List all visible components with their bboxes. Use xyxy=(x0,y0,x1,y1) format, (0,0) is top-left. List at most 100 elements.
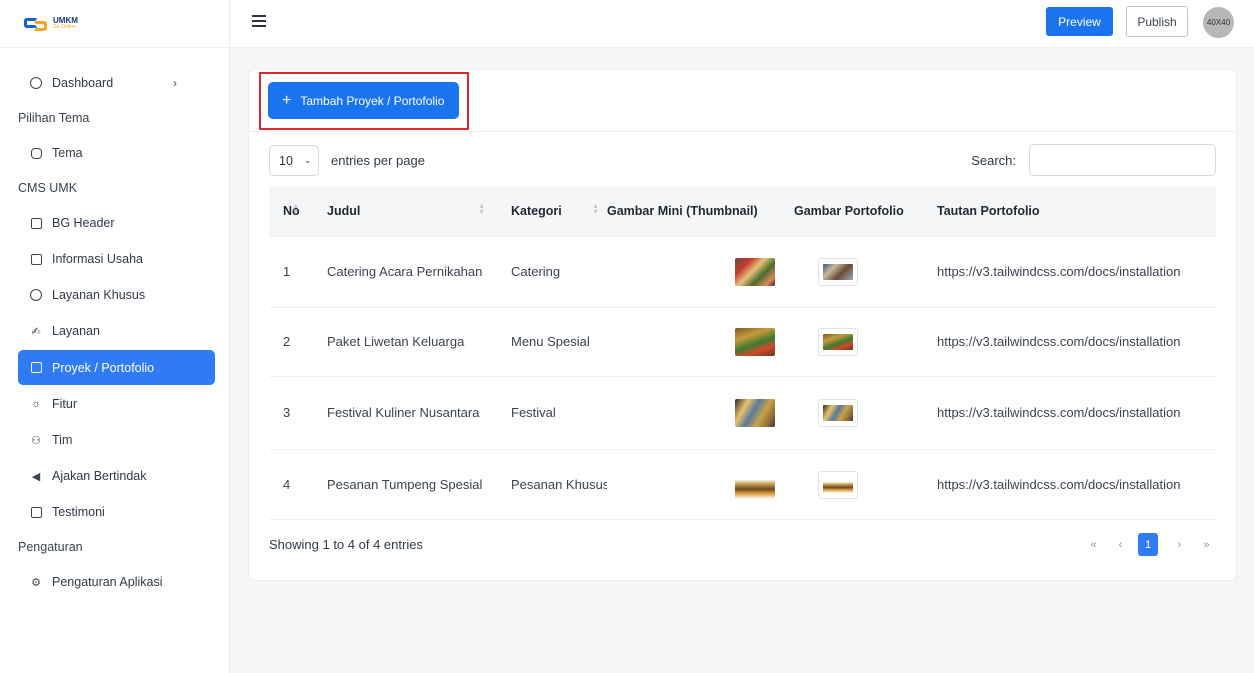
sidebar-item-pengaturan-aplikasi[interactable]: ⚙ Pengaturan Aplikasi xyxy=(0,564,229,600)
section-pilihan-tema: Pilihan Tema xyxy=(18,111,90,125)
brand: UMKM Go Online xyxy=(0,0,229,48)
megaphone-icon: ◀ xyxy=(31,470,41,483)
cell-thumbnail xyxy=(607,306,794,376)
sidebar-item-label: Ajakan Bertindak xyxy=(52,469,147,483)
sidebar-item-label: Tim xyxy=(52,433,73,447)
sidebar-item-label: Proyek / Portofolio xyxy=(52,360,155,375)
table-header-row: No ▲ ▼ Judul ▲ ▼ Kategori ▲ ▼ Gambar Mini (Thu… xyxy=(269,186,1216,236)
avatar[interactable]: 40X40 xyxy=(1203,7,1234,38)
first-page-button[interactable]: « xyxy=(1082,533,1105,556)
cell-tautan[interactable]: https://v3.tailwindcss.com/docs/installa… xyxy=(935,306,1216,376)
plus-icon: + xyxy=(282,91,292,109)
sidebar-item-testimoni[interactable]: Testimoni xyxy=(0,494,229,530)
sidebar-item-tim[interactable]: ⚇ Tim xyxy=(0,422,229,458)
sidebar-item-layanan-khusus[interactable]: Layanan Khusus xyxy=(0,277,229,313)
cell-judul: Festival Kuliner Nusantara xyxy=(307,375,493,449)
image-icon xyxy=(29,216,43,230)
portfolio-image[interactable] xyxy=(818,398,858,427)
sidebar-item-label: BG Header xyxy=(52,216,115,230)
cell-portfolio-image xyxy=(794,306,935,376)
hamburger-menu-icon[interactable] xyxy=(252,15,266,27)
last-page-button[interactable]: » xyxy=(1195,533,1218,556)
thumbnail-image[interactable] xyxy=(735,257,775,286)
cell-kategori: Menu Spesial xyxy=(493,306,607,376)
table-row: 2 Paket Liwetan Keluarga Menu Spesial ht… xyxy=(269,306,1216,376)
portfolio-image[interactable] xyxy=(818,470,858,499)
entries-value: 10 xyxy=(279,153,293,168)
column-header-gambar-portofolio[interactable]: Gambar Portofolio xyxy=(794,186,935,236)
table-row: 4 Pesanan Tumpeng Spesial Pesanan Khusus… xyxy=(269,448,1216,519)
section-cms-umk: CMS UMK xyxy=(18,181,78,195)
next-page-button[interactable]: › xyxy=(1168,533,1191,556)
thumbnail-image[interactable] xyxy=(735,470,775,499)
cell-tautan[interactable]: https://v3.tailwindcss.com/docs/installa… xyxy=(935,375,1216,449)
table-row: 3 Festival Kuliner Nusantara Festival ht… xyxy=(269,375,1216,449)
table-row: 1 Catering Acara Pernikahan Catering htt… xyxy=(269,235,1216,307)
prev-page-button[interactable]: ‹ xyxy=(1109,533,1132,556)
sidebar-item-dashboard[interactable]: Dashboard › xyxy=(0,65,229,101)
cell-portfolio-image xyxy=(794,448,935,519)
card-header: + Tambah Proyek / Portofolio xyxy=(249,70,1236,132)
app-logo[interactable]: UMKM Go Online xyxy=(24,16,78,32)
add-portfolio-label: Tambah Proyek / Portofolio xyxy=(300,93,445,108)
cell-judul: Pesanan Tumpeng Spesial xyxy=(307,448,493,519)
cell-kategori: Catering xyxy=(493,235,607,307)
sidebar-item-bg-header[interactable]: BG Header xyxy=(0,205,229,241)
entries-per-page-select[interactable]: 10 ⌄ xyxy=(269,145,319,176)
preview-button[interactable]: Preview xyxy=(1046,7,1113,36)
star-icon xyxy=(29,288,43,302)
portfolio-table-wrap: No ▲ ▼ Judul ▲ ▼ Kategori ▲ ▼ Gambar Mini (Thu… xyxy=(269,186,1216,520)
column-header-tautan[interactable]: Tautan Portofolio xyxy=(935,186,1216,236)
bulb-icon: ☼ xyxy=(30,398,42,410)
smiley-icon xyxy=(29,76,43,90)
portfolio-table: No ▲ ▼ Judul ▲ ▼ Kategori ▲ ▼ Gambar Mini (Thu… xyxy=(269,186,1216,519)
sidebar-item-informasi-usaha[interactable]: Informasi Usaha xyxy=(0,241,229,277)
thumbnail-image[interactable] xyxy=(735,398,775,427)
logo-subtitle: Go Online xyxy=(53,23,76,30)
team-icon: ⚇ xyxy=(31,434,41,447)
publish-button[interactable]: Publish xyxy=(1126,6,1188,37)
sort-icon: ▲ ▼ xyxy=(292,203,299,216)
info-icon xyxy=(29,252,43,266)
search-input[interactable] xyxy=(1029,144,1216,176)
cell-thumbnail xyxy=(607,375,794,449)
sidebar-item-proyek-portofolio[interactable]: Proyek / Portofolio xyxy=(18,350,215,385)
chevron-right-icon: › xyxy=(173,76,177,90)
portfolio-image[interactable] xyxy=(818,327,858,356)
sidebar-item-label: Testimoni xyxy=(52,505,105,519)
sidebar-item-fitur[interactable]: ☼ Fitur xyxy=(0,386,229,422)
sidebar-item-layanan[interactable]: ✍ Layanan xyxy=(0,313,229,349)
topbar: Preview Publish 40X40 xyxy=(230,0,1254,48)
cell-portfolio-image xyxy=(794,375,935,449)
column-header-no[interactable]: No ▲ ▼ xyxy=(269,186,307,236)
sidebar-item-ajakan-bertindak[interactable]: ◀ Ajakan Bertindak xyxy=(0,458,229,494)
column-header-thumbnail[interactable]: Gambar Mini (Thumbnail) xyxy=(607,186,794,236)
portfolio-image[interactable] xyxy=(818,257,858,286)
entries-per-page-label: entries per page xyxy=(331,153,425,168)
cell-tautan[interactable]: https://v3.tailwindcss.com/docs/installa… xyxy=(935,448,1216,519)
palette-icon xyxy=(29,146,43,160)
portfolio-card: + Tambah Proyek / Portofolio 10 ⌄ entrie… xyxy=(249,70,1236,580)
cell-no: 2 xyxy=(269,306,307,376)
cell-thumbnail xyxy=(607,448,794,519)
gear-icon: ⚙ xyxy=(31,576,41,589)
logo-mark-icon xyxy=(24,16,50,32)
thumbnail-image[interactable] xyxy=(735,327,775,356)
cell-no: 1 xyxy=(269,235,307,307)
sidebar-item-label: Layanan Khusus xyxy=(52,288,146,302)
cell-tautan[interactable]: https://v3.tailwindcss.com/docs/installa… xyxy=(935,235,1216,307)
sidebar-item-label: Pengaturan Aplikasi xyxy=(52,575,163,589)
sidebar-item-tema[interactable]: Tema xyxy=(0,135,229,171)
column-header-kategori[interactable]: Kategori ▲ ▼ xyxy=(493,186,607,236)
cell-portfolio-image xyxy=(794,235,935,307)
current-page-button[interactable]: 1 xyxy=(1138,533,1158,556)
sort-icon: ▲ ▼ xyxy=(478,203,485,216)
chevron-down-icon: ⌄ xyxy=(303,155,312,165)
search-label: Search: xyxy=(971,153,1016,168)
column-header-judul[interactable]: Judul ▲ ▼ xyxy=(307,186,493,236)
table-controls: 10 ⌄ entries per page Search: xyxy=(269,144,1216,176)
entries-info: Showing 1 to 4 of 4 entries xyxy=(269,537,423,552)
cell-thumbnail xyxy=(607,235,794,307)
sidebar-item-label: Fitur xyxy=(52,397,77,411)
add-portfolio-button[interactable]: + Tambah Proyek / Portofolio xyxy=(268,82,459,119)
